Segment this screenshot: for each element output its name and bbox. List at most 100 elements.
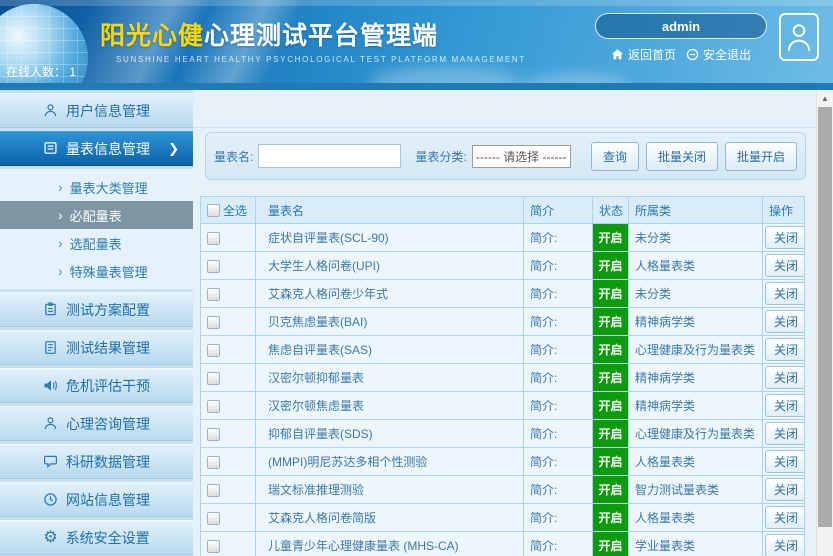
row-checkbox[interactable] xyxy=(207,288,220,301)
status-badge: 开启 xyxy=(593,224,629,252)
row-checkbox[interactable] xyxy=(207,540,220,553)
sidebar-subitem-scale-categories[interactable]: › 量表大类管理 xyxy=(0,173,193,201)
avatar xyxy=(779,13,819,61)
scale-intro: 简介: xyxy=(524,224,593,252)
column-header-category: 所属类 xyxy=(629,197,763,224)
row-checkbox[interactable] xyxy=(207,372,220,385)
header: 阳光心健心理测试平台管理端 SUNSHINE HEART HEALTHY PSY… xyxy=(0,0,833,90)
scale-intro: 简介: xyxy=(524,420,593,448)
close-button[interactable]: 关闭 xyxy=(765,282,805,305)
table-row: 焦虑自评量表(SAS) 简介: 开启 心理健康及行为量表类 关闭 xyxy=(201,336,805,364)
row-checkbox[interactable] xyxy=(207,316,220,329)
scale-intro: 简介: xyxy=(524,364,593,392)
table-row: 瑞文标准推理测验 简介: 开启 智力测试量表类 关闭 xyxy=(201,476,805,504)
row-checkbox[interactable] xyxy=(207,344,220,357)
sidebar-item-system-security[interactable]: ⚙ 系统安全设置 xyxy=(0,520,193,555)
close-button[interactable]: 关闭 xyxy=(765,394,805,417)
close-button[interactable]: 关闭 xyxy=(765,478,805,501)
sidebar-item-website-info[interactable]: 网站信息管理 xyxy=(0,482,193,517)
row-checkbox[interactable] xyxy=(207,484,220,497)
scale-intro: 简介: xyxy=(524,532,593,556)
sidebar-subitem-optional-scales[interactable]: › 选配量表 xyxy=(0,229,193,257)
table-row: 症状自评量表(SCL-90) 简介: 开启 未分类 关闭 xyxy=(201,224,805,252)
close-button[interactable]: 关闭 xyxy=(765,422,805,445)
sidebar-subitem-required-scales[interactable]: › 必配量表 xyxy=(0,201,193,229)
home-icon xyxy=(611,48,624,61)
scale-intro: 简介: xyxy=(524,504,593,532)
close-button[interactable]: 关闭 xyxy=(765,226,805,249)
table-row: 抑郁自评量表(SDS) 简介: 开启 心理健康及行为量表类 关闭 xyxy=(201,420,805,448)
scale-name: (MMPI)明尼苏达多相个性测验 xyxy=(256,448,524,476)
back-home-link[interactable]: 返回首页 xyxy=(611,46,676,63)
scale-name: 大学生人格问卷(UPI) xyxy=(256,252,524,280)
scale-category: 人格量表类 xyxy=(629,448,763,476)
status-badge: 开启 xyxy=(593,420,629,448)
sidebar-item-counseling[interactable]: 心理咨询管理 xyxy=(0,406,193,441)
scale-name: 焦虑自评量表(SAS) xyxy=(256,336,524,364)
scale-intro: 简介: xyxy=(524,392,593,420)
scale-name: 汉密尔顿抑郁量表 xyxy=(256,364,524,392)
close-button[interactable]: 关闭 xyxy=(765,506,805,529)
scrollbar-thumb[interactable] xyxy=(818,107,832,527)
scale-name-label: 量表名: xyxy=(214,148,253,165)
select-all-checkbox[interactable] xyxy=(207,204,220,217)
select-all-label: 全选 xyxy=(223,202,247,219)
scale-name: 症状自评量表(SCL-90) xyxy=(256,224,524,252)
scroll-up-arrow-icon[interactable]: ▲ xyxy=(817,90,833,106)
sidebar-item-user-info[interactable]: 用户信息管理 xyxy=(0,93,193,128)
scale-name: 贝克焦虑量表(BAI) xyxy=(256,308,524,336)
status-badge: 开启 xyxy=(593,532,629,556)
scale-name: 抑郁自评量表(SDS) xyxy=(256,420,524,448)
user-icon xyxy=(43,103,58,118)
close-button[interactable]: 关闭 xyxy=(765,534,805,556)
scale-category: 精神病学类 xyxy=(629,392,763,420)
chevron-icon: › xyxy=(58,235,63,251)
clipboard-icon xyxy=(43,302,58,317)
user-icon xyxy=(43,416,58,431)
scale-category: 精神病学类 xyxy=(629,308,763,336)
row-checkbox[interactable] xyxy=(207,232,220,245)
sidebar-item-crisis[interactable]: 危机评估干预 xyxy=(0,368,193,403)
scale-name-input[interactable] xyxy=(258,144,401,168)
table-row: 艾森克人格问卷少年式 简介: 开启 未分类 关闭 xyxy=(201,280,805,308)
close-button[interactable]: 关闭 xyxy=(765,310,805,333)
status-badge: 开启 xyxy=(593,476,629,504)
status-badge: 开启 xyxy=(593,280,629,308)
vertical-scrollbar[interactable]: ▲ xyxy=(816,90,833,556)
category-select[interactable]: ------ 请选择 ------ xyxy=(472,145,571,168)
close-button[interactable]: 关闭 xyxy=(765,450,805,473)
row-checkbox[interactable] xyxy=(207,428,220,441)
app-window: 阳光心健心理测试平台管理端 SUNSHINE HEART HEALTHY PSY… xyxy=(0,0,833,556)
sidebar-item-test-plan[interactable]: 测试方案配置 xyxy=(0,292,193,327)
sidebar-item-research-data[interactable]: 科研数据管理 xyxy=(0,444,193,479)
query-button[interactable]: 查询 xyxy=(591,142,639,171)
header-bottom-bar xyxy=(0,83,833,90)
row-checkbox[interactable] xyxy=(207,512,220,525)
scale-category-label: 量表分类: xyxy=(415,148,466,165)
row-checkbox[interactable] xyxy=(207,260,220,273)
row-checkbox[interactable] xyxy=(207,456,220,469)
column-header-name: 量表名 xyxy=(256,197,524,224)
status-badge: 开启 xyxy=(593,448,629,476)
sidebar-item-scale-info[interactable]: 量表信息管理 ❯ xyxy=(0,131,193,166)
sidebar-subitem-special-scales[interactable]: › 特殊量表管理 xyxy=(0,257,193,285)
chevron-icon: › xyxy=(58,179,63,195)
batch-close-button[interactable]: 批量关闭 xyxy=(646,142,718,171)
column-header-intro: 简介 xyxy=(524,197,593,224)
scale-category: 未分类 xyxy=(629,224,763,252)
batch-open-button[interactable]: 批量开启 xyxy=(725,142,797,171)
close-button[interactable]: 关闭 xyxy=(765,366,805,389)
row-checkbox[interactable] xyxy=(207,400,220,413)
close-button[interactable]: 关闭 xyxy=(765,254,805,277)
scale-category: 精神病学类 xyxy=(629,364,763,392)
table-row: 儿童青少年心理健康量表 (MHS-CA) 简介: 开启 学业量表类 关闭 xyxy=(201,532,805,556)
minus-circle-icon xyxy=(686,48,699,61)
chat-bubble-icon xyxy=(43,454,58,469)
title-subtitle: SUNSHINE HEART HEALTHY PSYCHOLOGICAL TES… xyxy=(100,55,526,64)
scale-category: 人格量表类 xyxy=(629,252,763,280)
logout-link[interactable]: 安全退出 xyxy=(686,46,751,63)
speaker-icon xyxy=(43,378,58,393)
scale-category: 心理健康及行为量表类 xyxy=(629,336,763,364)
close-button[interactable]: 关闭 xyxy=(765,338,805,361)
sidebar-item-test-results[interactable]: 测试结果管理 xyxy=(0,330,193,365)
